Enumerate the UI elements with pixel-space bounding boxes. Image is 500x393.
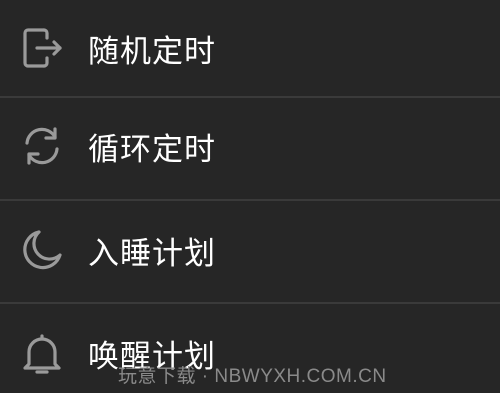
- menu-item-label: 随机定时: [88, 33, 216, 70]
- menu-item-sleep-plan[interactable]: 入睡计划: [0, 202, 500, 298]
- moon-icon: [18, 226, 66, 274]
- menu-item-label: 入睡计划: [88, 235, 216, 272]
- divider: [0, 302, 500, 304]
- divider: [0, 199, 500, 201]
- refresh-cycle-icon: [18, 122, 66, 170]
- menu-item-label: 循环定时: [88, 131, 216, 168]
- menu-item-loop-timer[interactable]: 循环定时: [0, 98, 500, 194]
- exit-door-icon: [18, 24, 66, 72]
- bell-icon: [18, 329, 66, 377]
- timer-menu: 随机定时 循环定时 入睡计划 唤醒计划 玩意下载 · NBWYXH.COM.CN: [0, 0, 500, 393]
- menu-item-random-timer[interactable]: 随机定时: [0, 0, 500, 96]
- watermark-text: 玩意下载 · NBWYXH.COM.CN: [118, 366, 387, 387]
